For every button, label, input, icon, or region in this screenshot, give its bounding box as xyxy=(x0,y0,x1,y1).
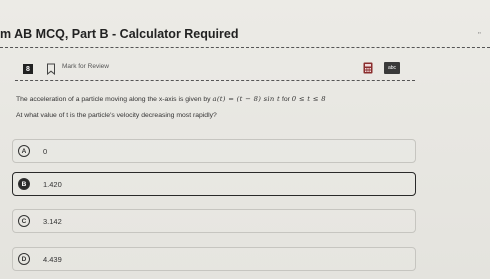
option-text-d: 4.439 xyxy=(43,255,62,264)
calculator-icon[interactable] xyxy=(362,62,374,74)
option-text-c: 3.142 xyxy=(43,217,62,226)
stem-for: for xyxy=(281,96,290,103)
option-d[interactable]: D 4.439 xyxy=(12,247,416,271)
stem-line-1: The acceleration of a particle moving al… xyxy=(16,91,426,108)
option-letter-d: D xyxy=(18,253,30,265)
question-stem: The acceleration of a particle moving al… xyxy=(16,91,426,124)
question-header: 8 Mark for Review abc xyxy=(0,58,490,80)
header-divider xyxy=(15,80,415,81)
mark-for-review-button[interactable]: Mark for Review xyxy=(62,63,109,70)
option-a[interactable]: A 0 xyxy=(12,139,416,163)
title-divider xyxy=(0,47,490,48)
option-b[interactable]: B 1.420 xyxy=(12,172,416,196)
stem-line-2: At what value of t is the particle's vel… xyxy=(16,112,217,119)
stem-formula: a(t) = (t − 8) sin t xyxy=(212,95,281,103)
option-letter-c: C xyxy=(18,215,30,227)
option-text-b: 1.420 xyxy=(43,180,62,189)
corner-mark: " xyxy=(478,31,481,40)
page-title: m AB MCQ, Part B - Calculator Required xyxy=(0,27,239,41)
stem-text: The acceleration of a particle moving al… xyxy=(16,96,211,103)
option-c[interactable]: C 3.142 xyxy=(12,209,416,233)
option-text-a: 0 xyxy=(43,147,48,156)
option-letter-b: B xyxy=(18,178,30,190)
bookmark-icon[interactable] xyxy=(46,63,56,75)
reference-icon[interactable]: abc xyxy=(384,62,400,74)
question-number: 8 xyxy=(23,64,33,74)
option-letter-a: A xyxy=(18,145,30,157)
stem-domain: 0 ≤ t ≤ 8 xyxy=(291,95,326,103)
